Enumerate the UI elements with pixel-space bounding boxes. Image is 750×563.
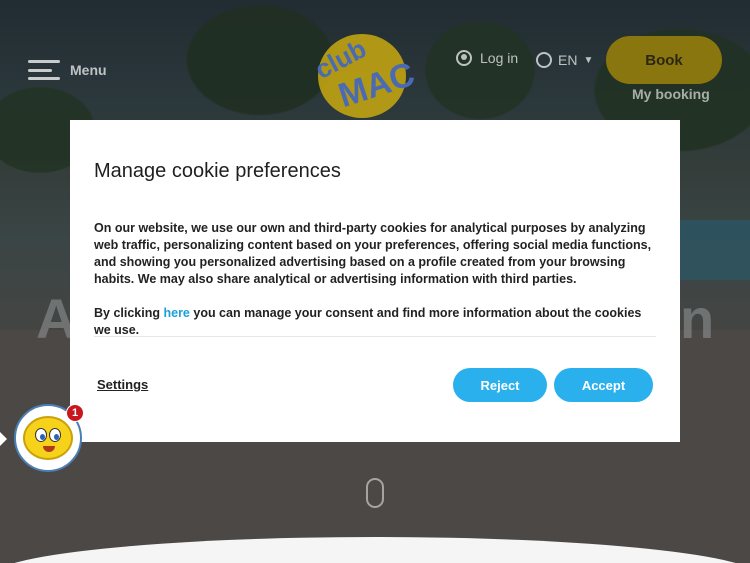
dialog-divider: [94, 336, 656, 337]
globe-icon: [536, 52, 552, 68]
menu-button[interactable]: Menu: [28, 60, 107, 80]
hamburger-icon: [28, 60, 60, 80]
dialog-title: Manage cookie preferences: [94, 160, 341, 182]
my-booking-link[interactable]: My booking: [632, 86, 710, 102]
cookie-preferences-dialog: Manage cookie preferences On our website…: [70, 120, 680, 442]
notification-badge: 1: [66, 404, 84, 422]
login-label: Log in: [480, 50, 519, 66]
cookie-description: On our website, we use our own and third…: [94, 221, 652, 286]
club-mac-logo[interactable]: club MAC: [310, 30, 419, 120]
manage-consent-link[interactable]: here: [163, 306, 189, 320]
reject-button[interactable]: Reject: [453, 368, 547, 402]
mascot-icon: [23, 416, 73, 460]
dialog-body: On our website, we use our own and third…: [94, 220, 659, 339]
language-selector[interactable]: EN ▼: [536, 52, 593, 68]
consent-info: By clicking here you can manage your con…: [94, 305, 659, 339]
language-label: EN: [558, 52, 578, 68]
chat-arrow-icon: [0, 432, 7, 446]
login-link[interactable]: Log in: [456, 50, 518, 66]
user-icon: [456, 50, 472, 66]
accept-button[interactable]: Accept: [554, 368, 653, 402]
menu-label: Menu: [70, 62, 107, 78]
book-button[interactable]: Book: [606, 36, 722, 84]
settings-link[interactable]: Settings: [97, 377, 148, 392]
scroll-down-indicator[interactable]: [366, 478, 384, 508]
consent-info-prefix: By clicking: [94, 306, 164, 320]
chevron-down-icon: ▼: [583, 54, 594, 66]
